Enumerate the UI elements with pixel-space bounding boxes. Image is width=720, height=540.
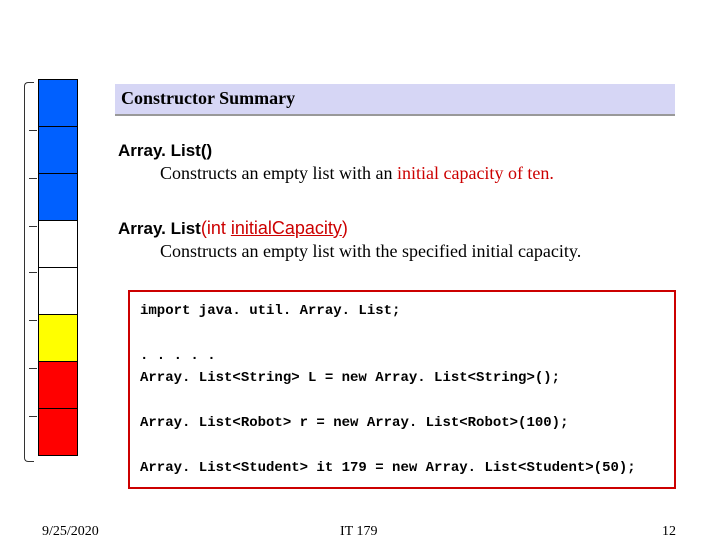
constructor-entry: Array. List(int initialCapacity) Constru… [118, 218, 581, 262]
brace-tick [29, 272, 37, 273]
code-example: import java. util. Array. List; . . . . … [128, 290, 676, 489]
strip-cell [38, 173, 78, 221]
section-header: Constructor Summary [115, 84, 675, 116]
param-name: initialCapacity [231, 218, 342, 238]
strip-cell [38, 314, 78, 362]
section-title: Constructor Summary [121, 88, 295, 108]
constructor-entry: Array. List() Constructs an empty list w… [118, 140, 554, 184]
code-line: Array. List<Robot> r = new Array. List<R… [140, 412, 664, 434]
footer-date: 9/25/2020 [42, 524, 99, 540]
footer-course: IT 179 [340, 524, 377, 540]
constructor-description: Constructs an empty list with the specif… [160, 241, 581, 262]
brace-tick [29, 130, 37, 131]
strip-cell [38, 361, 78, 409]
strip-cell [38, 267, 78, 315]
brace-tick [29, 320, 37, 321]
desc-text: Constructs an empty list with the specif… [160, 241, 581, 261]
code-line: Array. List<Student> it 179 = new Array.… [140, 457, 664, 479]
desc-text: Constructs an empty list with an [160, 163, 397, 183]
code-line: Array. List<String> L = new Array. List<… [140, 367, 664, 389]
constructor-name: Array. List [118, 141, 201, 160]
constructor-name: Array. List [118, 219, 201, 238]
color-strip [38, 80, 78, 456]
desc-highlight: initial capacity of ten. [397, 163, 554, 183]
brace-tick [29, 226, 37, 227]
strip-cell [38, 220, 78, 268]
brace-tick [29, 416, 37, 417]
paren-close: ) [207, 141, 213, 160]
strip-cell [38, 79, 78, 127]
footer-page: 12 [662, 524, 676, 540]
code-line: import java. util. Array. List; [140, 300, 664, 322]
code-line: . . . . . [140, 345, 664, 367]
brace-tick [29, 178, 37, 179]
strip-cell [38, 408, 78, 456]
paren-close: ) [342, 218, 348, 238]
brace-tick [29, 368, 37, 369]
param-type: int [207, 218, 231, 238]
strip-cell [38, 126, 78, 174]
constructor-description: Constructs an empty list with an initial… [160, 163, 554, 184]
